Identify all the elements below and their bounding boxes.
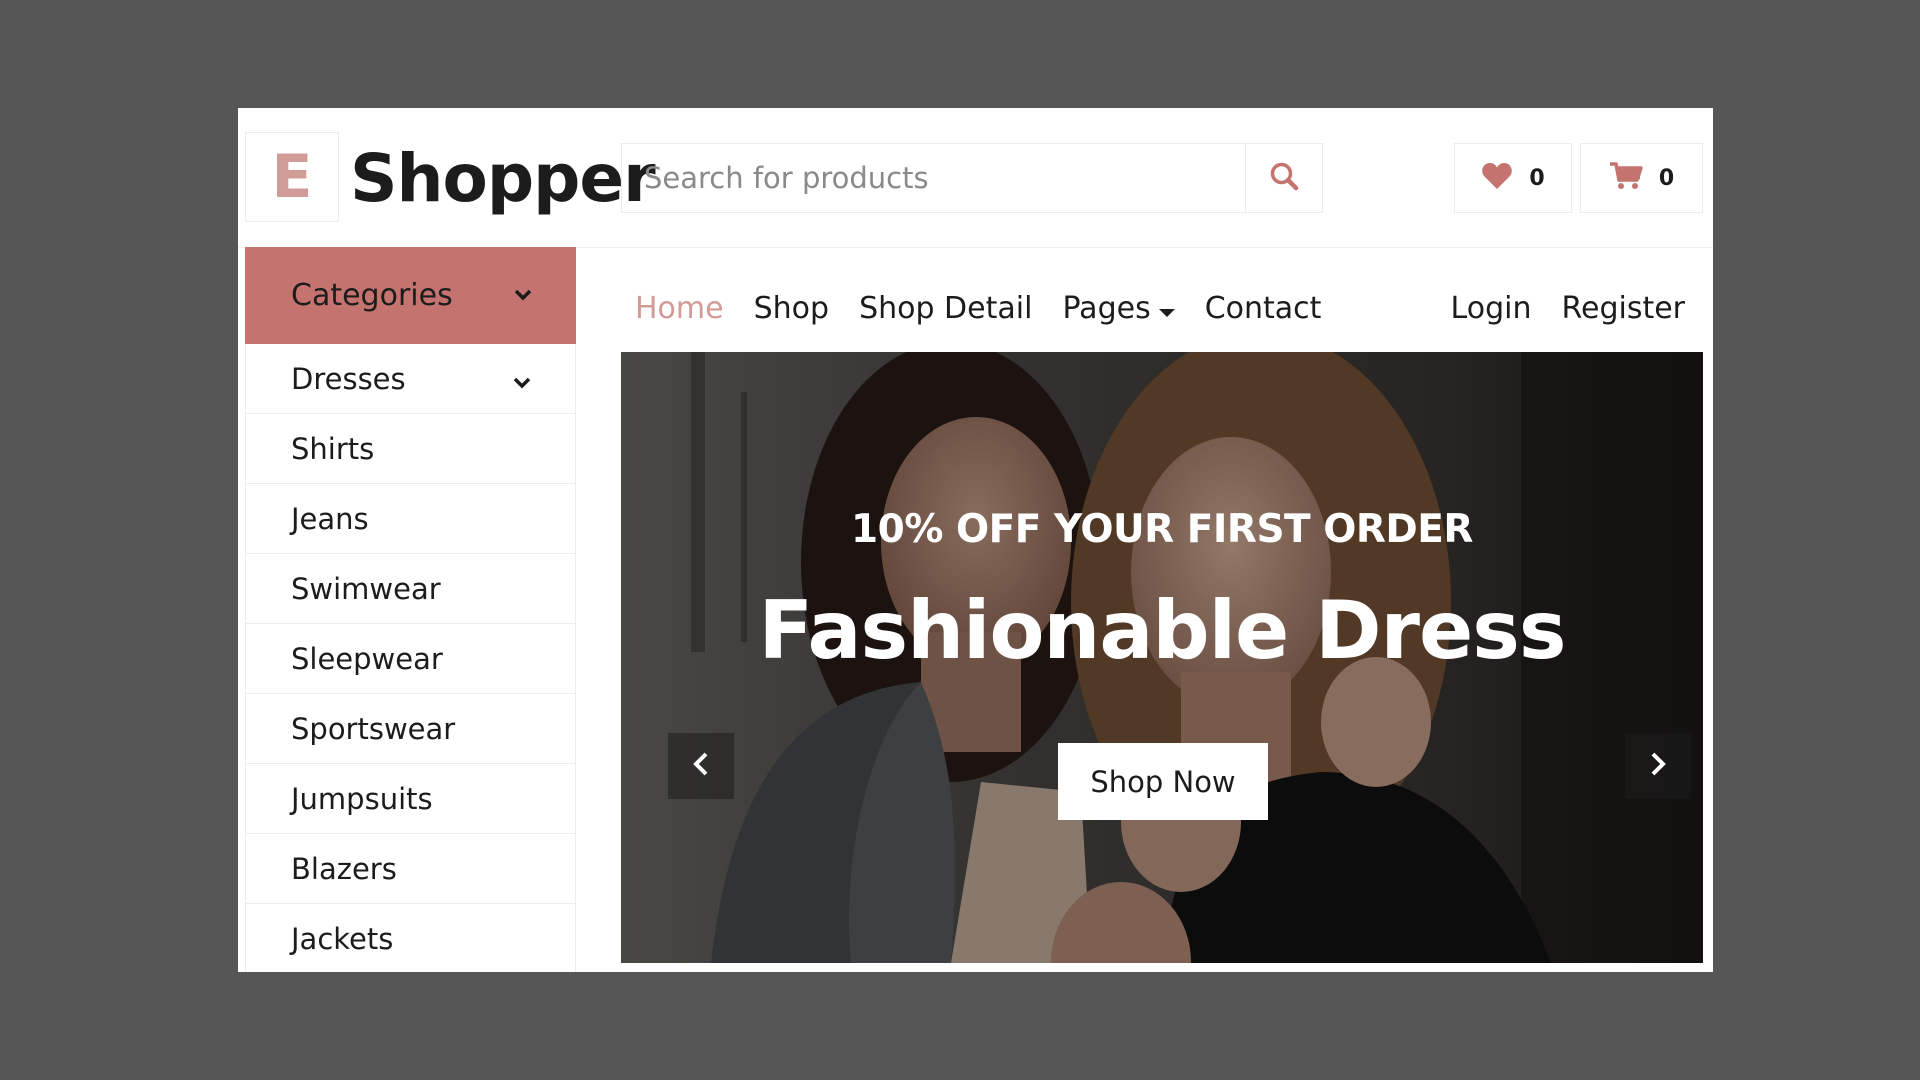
hero-subtitle: 10% OFF YOUR FIRST ORDER: [851, 507, 1473, 552]
search-icon: [1269, 161, 1299, 195]
category-item-blazers[interactable]: Blazers: [246, 834, 575, 904]
category-label: Blazers: [291, 851, 397, 886]
nav-contact[interactable]: Contact: [1205, 291, 1322, 326]
brand-name[interactable]: Shopper: [350, 136, 656, 222]
category-label: Shirts: [291, 431, 375, 466]
search-button[interactable]: [1245, 144, 1322, 212]
categories-title: Categories: [291, 278, 453, 313]
hero-carousel: 10% OFF YOUR FIRST ORDER Fashionable Dre…: [621, 352, 1703, 963]
carousel-prev-button[interactable]: [668, 733, 734, 799]
chevron-right-icon: [1650, 752, 1666, 780]
shopping-cart-icon: [1609, 161, 1643, 195]
search-bar: [621, 143, 1323, 213]
category-item-sportswear[interactable]: Sportswear: [246, 694, 575, 764]
carousel-next-button[interactable]: [1625, 733, 1691, 799]
register-link[interactable]: Register: [1561, 291, 1685, 326]
nav-shop[interactable]: Shop: [754, 291, 829, 326]
nav-shop-detail[interactable]: Shop Detail: [859, 291, 1032, 326]
wishlist-count: 0: [1529, 165, 1545, 191]
category-item-dresses[interactable]: Dresses: [246, 344, 575, 414]
shop-now-button[interactable]: Shop Now: [1058, 743, 1268, 820]
hero-title: Fashionable Dress: [758, 584, 1567, 677]
category-label: Sportswear: [291, 711, 456, 746]
chevron-left-icon: [693, 752, 709, 780]
logo-letter-box[interactable]: E: [245, 132, 339, 222]
search-input[interactable]: [622, 144, 1245, 212]
categories-toggle[interactable]: Categories: [245, 247, 576, 344]
page: E Shopper 0: [238, 108, 1713, 972]
main-nav: Home Shop Shop Detail Pages Contact: [635, 278, 1321, 338]
category-item-swimwear[interactable]: Swimwear: [246, 554, 575, 624]
chevron-down-icon: [513, 362, 531, 396]
category-item-jumpsuits[interactable]: Jumpsuits: [246, 764, 575, 834]
wishlist-button[interactable]: 0: [1454, 143, 1572, 213]
cart-count: 0: [1658, 165, 1675, 191]
category-label: Dresses: [291, 361, 406, 396]
chevron-down-icon: [514, 286, 532, 305]
logo-letter: E: [271, 142, 313, 212]
category-label: Jumpsuits: [291, 781, 433, 816]
nav-home[interactable]: Home: [635, 291, 724, 326]
auth-links: Login Register: [1451, 278, 1685, 338]
cart-button[interactable]: 0: [1580, 143, 1703, 213]
login-link[interactable]: Login: [1451, 291, 1532, 326]
category-label: Jeans: [291, 501, 369, 536]
nav-pages-dropdown[interactable]: Pages: [1062, 290, 1175, 326]
caret-down-icon: [1158, 309, 1175, 317]
category-item-jeans[interactable]: Jeans: [246, 484, 575, 554]
category-list: Dresses Shirts Jeans Swimwear Sleepwear …: [245, 344, 576, 972]
category-label: Sleepwear: [291, 641, 443, 676]
category-item-sleepwear[interactable]: Sleepwear: [246, 624, 575, 694]
category-label: Jackets: [291, 921, 394, 956]
category-item-shirts[interactable]: Shirts: [246, 414, 575, 484]
category-item-jackets[interactable]: Jackets: [246, 904, 575, 972]
category-label: Swimwear: [291, 571, 441, 606]
heart-icon: [1481, 162, 1513, 194]
nav-pages: Pages: [1062, 290, 1151, 326]
